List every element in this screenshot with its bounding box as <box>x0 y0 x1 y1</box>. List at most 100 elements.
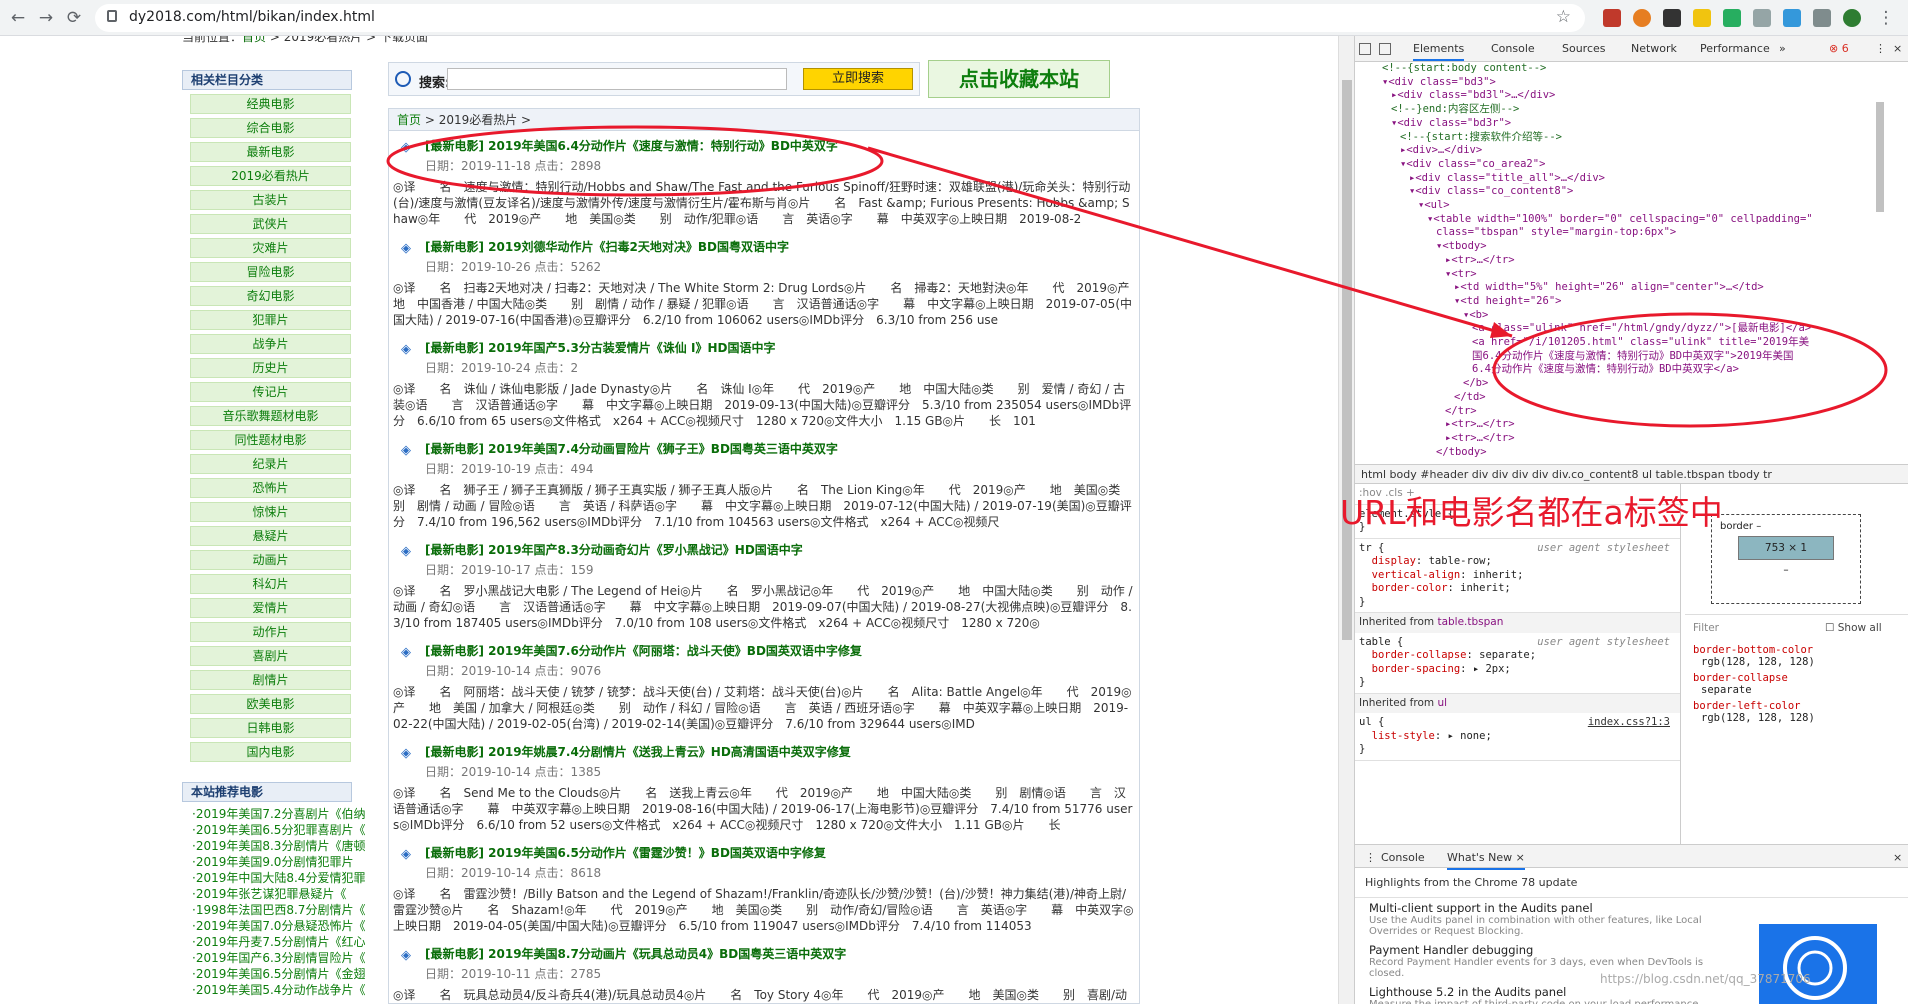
movie-title-text[interactable]: [最新电影] 2019年国产8.3分动画奇幻片《罗小黑战记》HD国语中字 <box>425 543 803 557</box>
dom-node-line[interactable]: ▸<div>…</div> <box>1355 144 1908 158</box>
list-crumb-home[interactable]: 首页 <box>397 113 421 127</box>
recommended-link[interactable]: ·2019年美国6.5分剧情片《金翅 <box>182 966 372 982</box>
dom-node-line[interactable]: <!--{start:body content--> <box>1355 62 1908 76</box>
reload-icon[interactable]: ⟳ <box>64 8 84 28</box>
drawer-menu-icon[interactable]: ⋮ <box>1365 851 1376 864</box>
back-icon[interactable]: ← <box>8 8 28 28</box>
dom-scrollbar[interactable] <box>1875 102 1885 402</box>
dom-node-line[interactable]: ▸<div class="title_all">…</div> <box>1355 172 1908 186</box>
computed-property[interactable]: border-left-color rgb(128, 128, 128) <box>1693 700 1903 724</box>
computed-filter-input[interactable]: Filter <box>1693 622 1719 634</box>
elements-breadcrumbs[interactable]: html body #header div div div div div.co… <box>1355 464 1908 484</box>
more-tabs-icon[interactable]: » <box>1779 42 1786 55</box>
movie-title-link[interactable]: ◈ [最新电影] 2019年姚晨7.4分剧情片《送我上青云》HD高清国语中英双字修… <box>393 743 1135 761</box>
movie-title-text[interactable]: [最新电影] 2019年美国8.7分动画片《玩具总动员4》BD国粤英三语中英双字 <box>425 947 846 961</box>
error-count-badge[interactable]: ⊗ 6 <box>1829 42 1849 55</box>
bookmark-site-button[interactable]: 点击收藏本站 <box>928 60 1110 98</box>
sidebar-category-link[interactable]: 日韩电影 <box>190 718 351 738</box>
whats-new-title[interactable]: Lighthouse 5.2 in the Audits panel <box>1369 985 1721 999</box>
show-all-checkbox[interactable]: ☐ Show all <box>1825 622 1882 634</box>
movie-title-link[interactable]: ◈ [最新电影] 2019年美国8.7分动画片《玩具总动员4》BD国粤英三语中英双… <box>393 945 1135 963</box>
breadcrumb-home-link[interactable]: 首页 <box>242 36 266 44</box>
recommended-link[interactable]: ·2019年美国9.0分剧情犯罪片 <box>182 854 372 870</box>
sidebar-category-link[interactable]: 惊悚片 <box>190 502 351 522</box>
recommended-link[interactable]: ·1998年法国巴西8.7分剧情片《 <box>182 902 372 918</box>
sidebar-category-link[interactable]: 剧情片 <box>190 670 351 690</box>
sidebar-category-link[interactable]: 犯罪片 <box>190 310 351 330</box>
sidebar-category-link[interactable]: 国内电影 <box>190 742 351 762</box>
sidebar-category-link[interactable]: 武侠片 <box>190 214 351 234</box>
recommended-link[interactable]: ·2019年中国大陆8.4分爱情犯罪 <box>182 870 372 886</box>
sidebar-category-link[interactable]: 传记片 <box>190 382 351 402</box>
sidebar-category-link[interactable]: 奇幻电影 <box>190 286 351 306</box>
movie-title-link[interactable]: ◈ [最新电影] 2019年国产8.3分动画奇幻片《罗小黑战记》HD国语中字 <box>393 541 1135 559</box>
recommended-link[interactable]: ·2019年张艺谋犯罪悬疑片《 <box>182 886 372 902</box>
extension-icon[interactable] <box>1723 9 1741 27</box>
close-icon[interactable]: × <box>1893 42 1902 55</box>
recommended-link[interactable]: ·2019年美国8.3分剧情片《唐顿 <box>182 838 372 854</box>
movie-title-link[interactable]: ◈ [最新电影] 2019年美国7.4分动画冒险片《狮子王》BD国粤英三语中英双字 <box>393 440 1135 458</box>
sidebar-category-link[interactable]: 动画片 <box>190 550 351 570</box>
sidebar-category-link[interactable]: 科幻片 <box>190 574 351 594</box>
extension-icon[interactable] <box>1813 9 1831 27</box>
tab-elements[interactable]: Elements <box>1413 42 1465 61</box>
dom-node-line[interactable]: ▾<tbody> <box>1355 240 1908 254</box>
sidebar-category-link[interactable]: 悬疑片 <box>190 526 351 546</box>
sidebar-category-link[interactable]: 古装片 <box>190 190 351 210</box>
recommended-link[interactable]: ·2019年美国5.4分动作战争片《 <box>182 982 372 998</box>
device-toolbar-icon[interactable] <box>1379 43 1391 55</box>
sidebar-category-link[interactable]: 战争片 <box>190 334 351 354</box>
dom-node-line[interactable]: ▾<div class="co_content8"> <box>1355 185 1908 199</box>
inherited-selector[interactable]: ul <box>1437 697 1447 709</box>
dom-node-line[interactable]: class="tbspan" style="margin-top:6px"> <box>1355 226 1908 240</box>
dom-node-line[interactable]: </tbody> <box>1355 446 1908 458</box>
dom-node-line[interactable]: ▾<table width="100%" border="0" cellspac… <box>1355 213 1908 227</box>
extension-icon[interactable] <box>1753 9 1771 27</box>
dom-node-line[interactable]: ▸<tr>…</tr> <box>1355 418 1908 432</box>
whats-new-item[interactable]: Multi-client support in the Audits panel… <box>1355 898 1735 940</box>
extension-icon[interactable] <box>1693 9 1711 27</box>
computed-property[interactable]: border-collapse separate <box>1693 672 1903 696</box>
sidebar-category-link[interactable]: 恐怖片 <box>190 478 351 498</box>
tab-performance[interactable]: Performance <box>1700 42 1770 55</box>
recommended-link[interactable]: ·2019年丹麦7.5分剧情片《红心 <box>182 934 372 950</box>
search-button[interactable]: 立即搜索 <box>803 68 913 90</box>
dom-node-line[interactable]: ▾<td height="26"> <box>1355 295 1908 309</box>
dom-node-line[interactable]: </b> <box>1355 377 1908 391</box>
movie-title-text[interactable]: [最新电影] 2019年美国7.4分动画冒险片《狮子王》BD国粤英三语中英双字 <box>425 442 838 456</box>
dom-node-line[interactable]: <!--{start:搜索软件介绍等--> <box>1355 131 1908 145</box>
sidebar-category-link[interactable]: 同性题材电影 <box>190 430 351 450</box>
dom-node-line[interactable]: ▾<tr> <box>1355 268 1908 282</box>
dom-node-line[interactable]: <!--}end:内容区左侧--> <box>1355 103 1908 117</box>
movie-title-text[interactable]: [最新电影] 2019年国产5.3分古装爱情片《诛仙 Ⅰ》HD国语中字 <box>425 341 775 355</box>
sidebar-category-link[interactable]: 冒险电影 <box>190 262 351 282</box>
tab-network[interactable]: Network <box>1631 42 1677 55</box>
sidebar-category-link[interactable]: 喜剧片 <box>190 646 351 666</box>
movie-title-text[interactable]: [最新电影] 2019年美国6.5分动作片《雷霆沙赞！》BD国英双语中字修复 <box>425 846 826 860</box>
whats-new-title[interactable]: Payment Handler debugging <box>1369 943 1721 957</box>
extension-icon[interactable] <box>1783 9 1801 27</box>
dom-node-line[interactable]: ▸<tr>…</tr> <box>1355 254 1908 268</box>
page-scrollbar-thumb[interactable] <box>1342 80 1352 640</box>
dom-node-line[interactable]: </tr> <box>1355 405 1908 419</box>
bookmark-star-icon[interactable]: ☆ <box>1556 7 1571 27</box>
avatar[interactable] <box>1843 9 1861 27</box>
extension-icon[interactable] <box>1603 9 1621 27</box>
dom-node-line[interactable]: 6.4分动作片《速度与激情：特别行动》BD中英双字</a> <box>1355 363 1908 377</box>
movie-title-link[interactable]: ◈ [最新电影] 2019年国产5.3分古装爱情片《诛仙 Ⅰ》HD国语中字 <box>393 339 1135 357</box>
dom-node-line[interactable]: 国6.4分动作片《速度与激情：特别行动》BD中英双字">2019年美国 <box>1355 350 1908 364</box>
movie-title-link[interactable]: ◈ [最新电影] 2019年美国6.5分动作片《雷霆沙赞！》BD国英双语中字修复 <box>393 844 1135 862</box>
dom-node-line[interactable]: ▸<div class="bd3l">…</div> <box>1355 89 1908 103</box>
sidebar-category-link[interactable]: 动作片 <box>190 622 351 642</box>
inherited-selector[interactable]: table.tbspan <box>1437 616 1503 628</box>
movie-title-link[interactable]: ◈ [最新电影] 2019刘德华动作片《扫毒2天地对决》BD国粤双语中字 <box>393 238 1135 256</box>
dom-node-line[interactable]: <a href="/i/101205.html" class="ulink" t… <box>1355 336 1908 350</box>
recommended-link[interactable]: ·2019年美国7.0分悬疑恐怖片《 <box>182 918 372 934</box>
sidebar-category-link[interactable]: 最新电影 <box>190 142 351 162</box>
recommended-link[interactable]: ·2019年国产6.3分剧情冒险片《 <box>182 950 372 966</box>
stylesheet-link[interactable]: index.css?1:3 <box>1588 716 1676 730</box>
menu-icon[interactable]: ⋮ <box>1876 8 1896 28</box>
dom-tree[interactable]: <!--{start:body content--> ▾<div class="b… <box>1355 62 1908 458</box>
search-input[interactable] <box>447 68 787 90</box>
dom-node-line[interactable]: ▾<b> <box>1355 309 1908 323</box>
